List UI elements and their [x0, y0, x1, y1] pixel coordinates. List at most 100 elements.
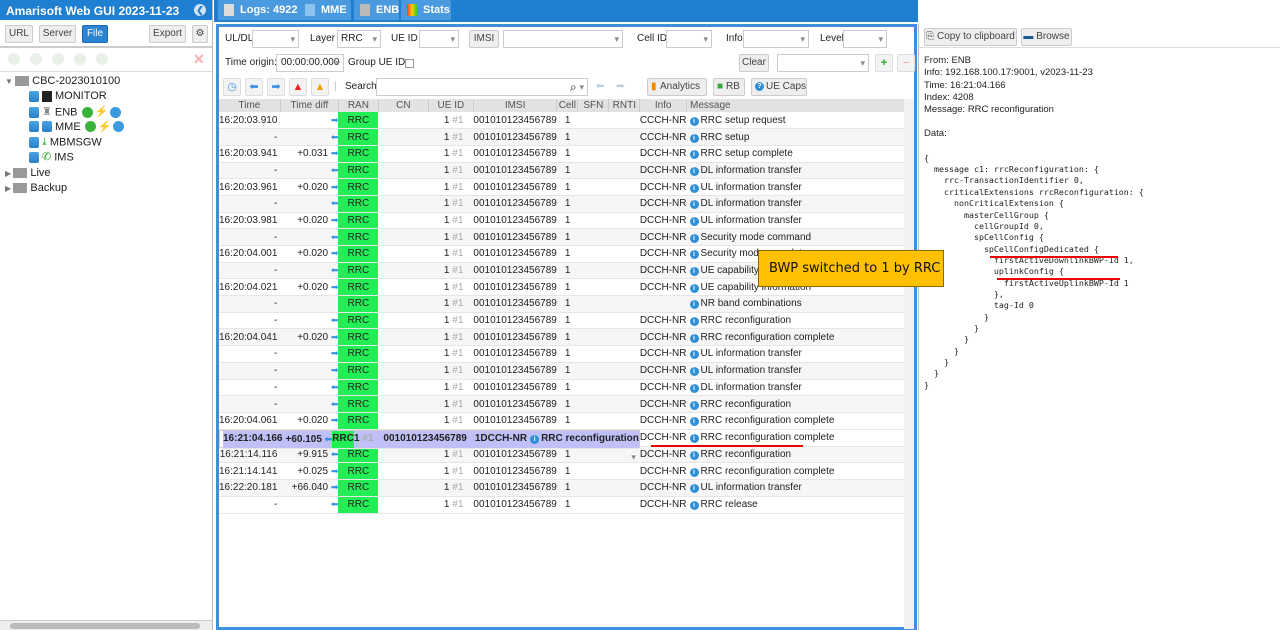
uldl-select[interactable]: [252, 30, 299, 48]
check-icon[interactable]: [84, 121, 96, 133]
vertical-scrollbar[interactable]: [904, 99, 914, 629]
table-row[interactable]: 16:21:14.141 +0.025 ➡ RRC 1 #1 0010101234567…: [219, 462, 908, 481]
table-row[interactable]: 16:20:03.981 +0.020 ➡ RRC 1 #1 0010101234567…: [219, 212, 908, 230]
column-header[interactable]: UE ID: [428, 99, 474, 112]
warning-icon[interactable]: ▲: [311, 78, 329, 96]
table-row[interactable]: - ⬅ RRC 1 #1 001010123456789 1 DCCH-NR i RRC re…: [219, 496, 908, 514]
filter-preset-select[interactable]: [777, 54, 869, 72]
browse-button[interactable]: ▬ Browse: [1021, 28, 1072, 46]
table-row[interactable]: 16:22:20.181 +66.040 ➡ RRC 1 #1 001010123456…: [219, 479, 908, 497]
table-row[interactable]: - ⬅ RRC 1 #1 001010123456789 1 DCCH-NR i Securi…: [219, 228, 908, 246]
imsi-select[interactable]: [503, 30, 623, 48]
export-button[interactable]: Export: [149, 25, 186, 43]
table-row[interactable]: 16:20:04.041 +0.020 ➡ RRC 1 #1 0010101234567…: [219, 328, 908, 347]
table-row[interactable]: - ➡ RRC 1 #1 001010123456789 1 DCCH-NR i UL inf…: [219, 362, 908, 380]
tree-item-mme[interactable]: MME ⚡: [0, 120, 212, 135]
tab-mme[interactable]: MME: [299, 0, 351, 20]
bolt-icon[interactable]: ⚡: [95, 106, 109, 118]
table-row[interactable]: - ➡ RRC 1 #1 001010123456789 1 DCCH-NR i UL inf…: [219, 345, 908, 363]
check-icon[interactable]: [81, 106, 93, 118]
check-icon[interactable]: [30, 53, 42, 65]
info-select[interactable]: [743, 30, 809, 48]
arrow-right-icon[interactable]: ➡: [267, 78, 285, 96]
clear-button[interactable]: Clear: [739, 54, 769, 72]
table-row[interactable]: - RRC 1 #1 001010123456789 1 i NR band combin…: [219, 295, 908, 313]
time-cell: 16:21:14.116: [219, 449, 278, 461]
table-row[interactable]: - ⬅ RRC 1 #1 001010123456789 1 DCCH-NR i DL inf…: [219, 379, 908, 397]
table-row[interactable]: 16:20:04.061 +0.020 ➡ RRC 1 #1 0010101234567…: [219, 412, 908, 430]
binoculars-icon[interactable]: ⌕: [570, 78, 577, 96]
table-row[interactable]: - ⬅ RRC 1 #1 001010123456789 1 DCCH-NR i DL inf…: [219, 162, 908, 180]
cell-id-cell: 1: [564, 164, 571, 176]
column-header[interactable]: Message: [686, 99, 908, 112]
tab-enb[interactable]: ENB: [354, 0, 399, 20]
table-row[interactable]: - ⬅ RRC 1 #1 001010123456789 1 DCCH-NR i RRC re…: [219, 395, 908, 413]
imsi-button[interactable]: IMSI: [469, 30, 499, 48]
refresh-icon[interactable]: [52, 53, 64, 65]
column-header[interactable]: Time: [219, 99, 281, 112]
message-cell: RRC reconfiguration: [700, 398, 792, 410]
tree-item-monitor[interactable]: MONITOR: [0, 89, 212, 104]
column-header[interactable]: Cell: [556, 99, 579, 112]
layer-select[interactable]: RRC: [337, 30, 381, 48]
horizontal-scrollbar[interactable]: [0, 620, 212, 630]
column-header[interactable]: RNTI: [608, 99, 641, 112]
error-icon[interactable]: ▲: [289, 78, 307, 96]
arrow-left-icon[interactable]: ⬅: [245, 78, 263, 96]
column-header[interactable]: SFN: [577, 99, 610, 112]
table-row[interactable]: 16:21:14.116 +9.915 ⬅ RRC 1 #1 0010101234567…: [219, 446, 908, 464]
next-match-icon[interactable]: ➡: [616, 78, 624, 96]
table-row[interactable]: 16:21:04.166 +60.105 ⬅ RRC 1 #1 001010123456…: [219, 429, 640, 465]
table-row[interactable]: 16:20:03.941 +0.031 ➡ RRC 1 #1 0010101234567…: [219, 145, 908, 163]
tree-root[interactable]: ▼ CBC-2023010100: [0, 74, 212, 89]
settings-icon[interactable]: ⚙: [192, 25, 208, 43]
cell-id-cell: 1: [564, 148, 571, 160]
play-icon[interactable]: [113, 121, 125, 133]
table-row[interactable]: - ⬅ RRC 1 #1 001010123456789 1 DCCH-NR i RRC re…: [219, 312, 908, 330]
column-header[interactable]: IMSI: [473, 99, 558, 112]
add-icon[interactable]: +: [875, 54, 893, 72]
rb-button[interactable]: ■ RB: [713, 78, 745, 96]
url-button[interactable]: URL: [5, 25, 33, 43]
table-row[interactable]: 16:20:03.910 ➡ RRC 1 #1 001010123456789 1 CCC…: [219, 112, 908, 130]
ue-caps-button[interactable]: ? UE Caps: [751, 78, 807, 96]
time-cell: -: [274, 499, 278, 511]
table-row[interactable]: - ⬅ RRC 1 #1 001010123456789 1 CCCH-NR i RRC se…: [219, 128, 908, 146]
prev-match-icon[interactable]: ⬅: [596, 78, 604, 96]
time-origin-input[interactable]: 00:00:00.000: [276, 54, 344, 72]
cell-id-cell: 1: [564, 281, 571, 293]
message-cell: UL information transfer: [700, 365, 802, 377]
level-select[interactable]: [843, 30, 887, 48]
table-row[interactable]: - ⬅ RRC 1 #1 001010123456789 1 DCCH-NR i DL inf…: [219, 195, 908, 213]
file-button[interactable]: File: [82, 25, 108, 43]
server-button[interactable]: Server: [39, 25, 76, 43]
message-cell: RRC reconfiguration: [700, 449, 792, 461]
clock-icon[interactable]: ◷: [223, 78, 241, 96]
tree-item-enb[interactable]: ♜ ENB ⚡: [0, 105, 212, 120]
tree-item-mbmsgw[interactable]: ⤓ MBMSGW: [0, 135, 212, 150]
tab-stats[interactable]: Stats: [401, 0, 451, 20]
bolt-icon[interactable]: ⚡: [98, 121, 112, 133]
tree-folder-live[interactable]: ▶ Live: [0, 166, 212, 181]
collapse-icon[interactable]: ❮: [194, 4, 206, 16]
plug-icon[interactable]: [96, 53, 108, 65]
column-header[interactable]: Time diff: [280, 99, 339, 112]
play-icon[interactable]: [74, 53, 86, 65]
delete-icon[interactable]: ✕: [193, 51, 205, 68]
analytics-button[interactable]: ▮ Analytics: [647, 78, 707, 96]
remove-icon[interactable]: −: [897, 54, 915, 72]
table-row[interactable]: 16:20:03.961 +0.020 ➡ RRC 1 #1 0010101234567…: [219, 178, 908, 196]
wrench-icon[interactable]: [8, 53, 20, 65]
column-header[interactable]: CN: [378, 99, 429, 112]
tree-folder-backup[interactable]: ▶ Backup: [0, 181, 212, 196]
column-header[interactable]: Info: [639, 99, 687, 112]
cellid-select[interactable]: [666, 30, 712, 48]
copy-to-clipboard-button[interactable]: ⎘ Copy to clipboard: [924, 28, 1017, 46]
search-input[interactable]: [376, 78, 588, 96]
time-cell: 16:20:03.961: [219, 181, 278, 193]
ueid-select[interactable]: [419, 30, 459, 48]
tree-item-ims[interactable]: ✆ IMS: [0, 150, 212, 165]
play-icon[interactable]: [110, 106, 122, 118]
group-ue-checkbox[interactable]: [405, 59, 414, 68]
column-header[interactable]: RAN: [338, 99, 379, 112]
